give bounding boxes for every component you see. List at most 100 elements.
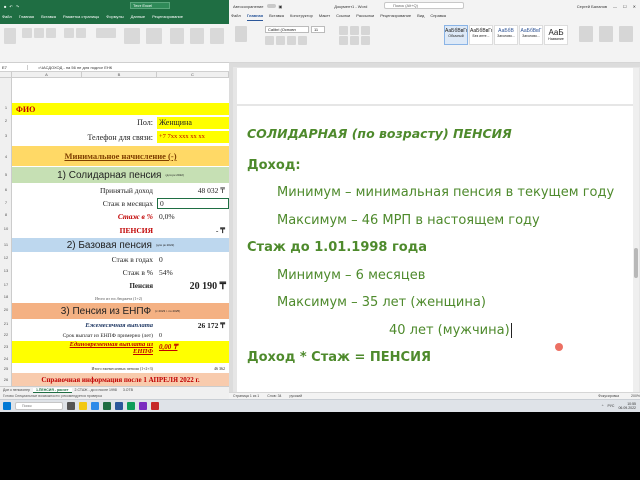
min-accrual-row[interactable]: Минимальное начисление (-) [12,146,229,166]
conditional-format-icon[interactable] [124,28,140,44]
italic-icon[interactable] [34,28,44,38]
lump-sum-row[interactable]: Единовременная выплата из ЕНПФ 0,00 ₸ [12,341,229,363]
paste-icon[interactable] [235,26,247,42]
vertical-ruler[interactable] [229,67,233,392]
word-tab[interactable]: Ссылки [336,13,350,21]
row-number[interactable]: 26 [0,377,12,382]
monthly-total-value[interactable]: 46 362 [157,366,229,371]
word-tab[interactable]: Конструктор [290,13,313,21]
row-number[interactable]: 20 [0,307,12,312]
windows-start-icon[interactable] [3,402,11,410]
enpf-header-row[interactable]: 3) Пенсия из ЕНПФ (с 2023 г. по 2025) [12,303,229,319]
row-number[interactable]: 1 [0,105,12,110]
months-row[interactable]: Стаж в месяцах 0 [12,197,229,209]
monthly-total-row[interactable]: Итого ежемесячных пенсии (1+2+3) 46 362 [12,364,229,372]
select-all-corner[interactable] [0,72,12,77]
style-no-spacing[interactable]: АаБбВвГг Без инте... [469,25,493,45]
user-name[interactable]: Сергей Баланов [577,4,607,9]
column-header-b[interactable]: B [82,72,157,77]
word-tab[interactable]: Рецензирование [380,13,411,21]
task-view-icon[interactable] [67,402,75,410]
bold-icon[interactable] [265,36,274,45]
font-size-select[interactable]: 11 [311,26,325,33]
italic-icon[interactable] [276,36,285,45]
scrollbar-thumb[interactable] [634,248,638,278]
years-value[interactable]: 0 [157,255,229,264]
row-number[interactable]: 13 [0,268,12,273]
format-table-icon[interactable] [146,28,162,44]
row-number[interactable]: 24 [0,356,12,361]
excel-redo-icon[interactable]: ↷ [16,4,19,9]
row-number[interactable]: 6 [0,187,12,192]
find-icon[interactable] [579,26,593,42]
minimize-icon[interactable]: — [613,4,617,9]
phone-value[interactable]: +7 7xx xxx xx xx [157,131,229,143]
base-header-row[interactable]: 2) Базовая пенсия (для рк 2022) [12,238,229,252]
row-number[interactable]: 7 [0,200,12,205]
excel-tab[interactable]: Вставка [41,14,56,22]
years-row[interactable]: Стаж в годах 0 [12,253,229,265]
align-left-icon[interactable] [64,28,74,38]
underline-icon[interactable] [287,36,296,45]
row-number[interactable]: 8 [0,212,12,217]
spreadsheet-grid[interactable]: 1 2 3 4 5 6 7 8 10 11 12 13 17 18 20 21 … [0,78,229,386]
paste-icon[interactable] [4,28,16,44]
edge-icon[interactable] [91,402,99,410]
style-heading-1[interactable]: АаБбВ Заголово... [494,25,518,45]
fio-row[interactable]: ФИО [12,103,229,115]
numbering-icon[interactable] [350,26,359,35]
clock[interactable]: 10:55 06.09.2022 [618,402,636,410]
word-tab[interactable]: Файл [231,13,241,21]
search-input[interactable]: Поиск (Alt+Q) [384,2,464,9]
row-number[interactable]: 10 [0,226,12,231]
base-pension-value[interactable]: 20 190 ₸ [157,281,229,292]
align-center-icon[interactable] [350,36,359,45]
sheet-tab[interactable]: 2.СТАЖ - до и после 1998 [72,388,120,392]
excel-tab[interactable]: Рецензирование [152,14,183,22]
find-icon[interactable] [210,28,224,44]
close-icon[interactable]: ✕ [633,4,636,9]
font-color-icon[interactable] [298,36,307,45]
row-number[interactable]: 18 [0,294,12,299]
app-icon[interactable] [139,402,147,410]
sort-filter-icon[interactable] [190,28,204,44]
row-number[interactable]: 11 [0,242,12,247]
align-center-icon[interactable] [76,28,86,38]
vertical-scrollbar[interactable] [633,68,639,392]
style-heading-2[interactable]: АаБбВвГ Заголово... [519,25,543,45]
pension-value[interactable]: - ₸ [157,226,229,235]
word-tab-active[interactable]: Главная [246,13,264,21]
phone-row[interactable]: Телефон для связи: +7 7xx xxx xx xx [12,130,229,144]
row-number[interactable]: 22 [0,332,12,337]
bullets-icon[interactable] [339,26,348,35]
underline-icon[interactable] [46,28,56,38]
row-number[interactable]: 23 [0,344,12,349]
word-tab[interactable]: Вид [417,13,424,21]
horizontal-ruler[interactable] [229,63,640,67]
word-tab[interactable]: Рассылки [356,13,374,21]
base-percent-row[interactable]: Стаж в % 54% [12,266,229,278]
autosave-toggle[interactable] [266,4,276,8]
row-number[interactable]: 21 [0,321,12,326]
dictate-icon[interactable] [599,26,613,42]
gender-value[interactable]: Женщина [157,116,229,129]
recorder-icon[interactable] [151,402,159,410]
sheet-tab[interactable]: 3.ОТВ [120,388,136,392]
row-number[interactable]: 4 [0,154,12,159]
solidarity-header-row[interactable]: 1) Солидарная пенсия (для рк 2022) [12,167,229,183]
document-page[interactable]: СОЛИДАРНАЯ (по возрасту) ПЕНСИЯ Доход: М… [237,106,633,392]
bold-icon[interactable] [22,28,32,38]
income-row[interactable]: Принятый доход 48 032 ₸ [12,184,229,196]
word-tab[interactable]: Вставка [269,13,284,21]
monthly-payment-row[interactable]: Ежемесячная выплата 26 172 ₸ [12,320,229,330]
word-taskbar-icon[interactable] [115,402,123,410]
row-number[interactable]: 17 [0,282,12,287]
column-header-c[interactable]: C [157,72,229,77]
reference-row[interactable]: Справочная информация после 1 АПРЕЛЯ 202… [12,373,229,386]
chevron-up-icon[interactable]: ^ [602,404,604,408]
monthly-payment-value[interactable]: 26 172 ₸ [157,321,229,330]
excel-undo-icon[interactable]: ↶ [9,4,12,9]
months-value[interactable]: 0 [157,197,229,209]
indent-icon[interactable] [361,26,370,35]
row-number[interactable]: 3 [0,133,12,138]
